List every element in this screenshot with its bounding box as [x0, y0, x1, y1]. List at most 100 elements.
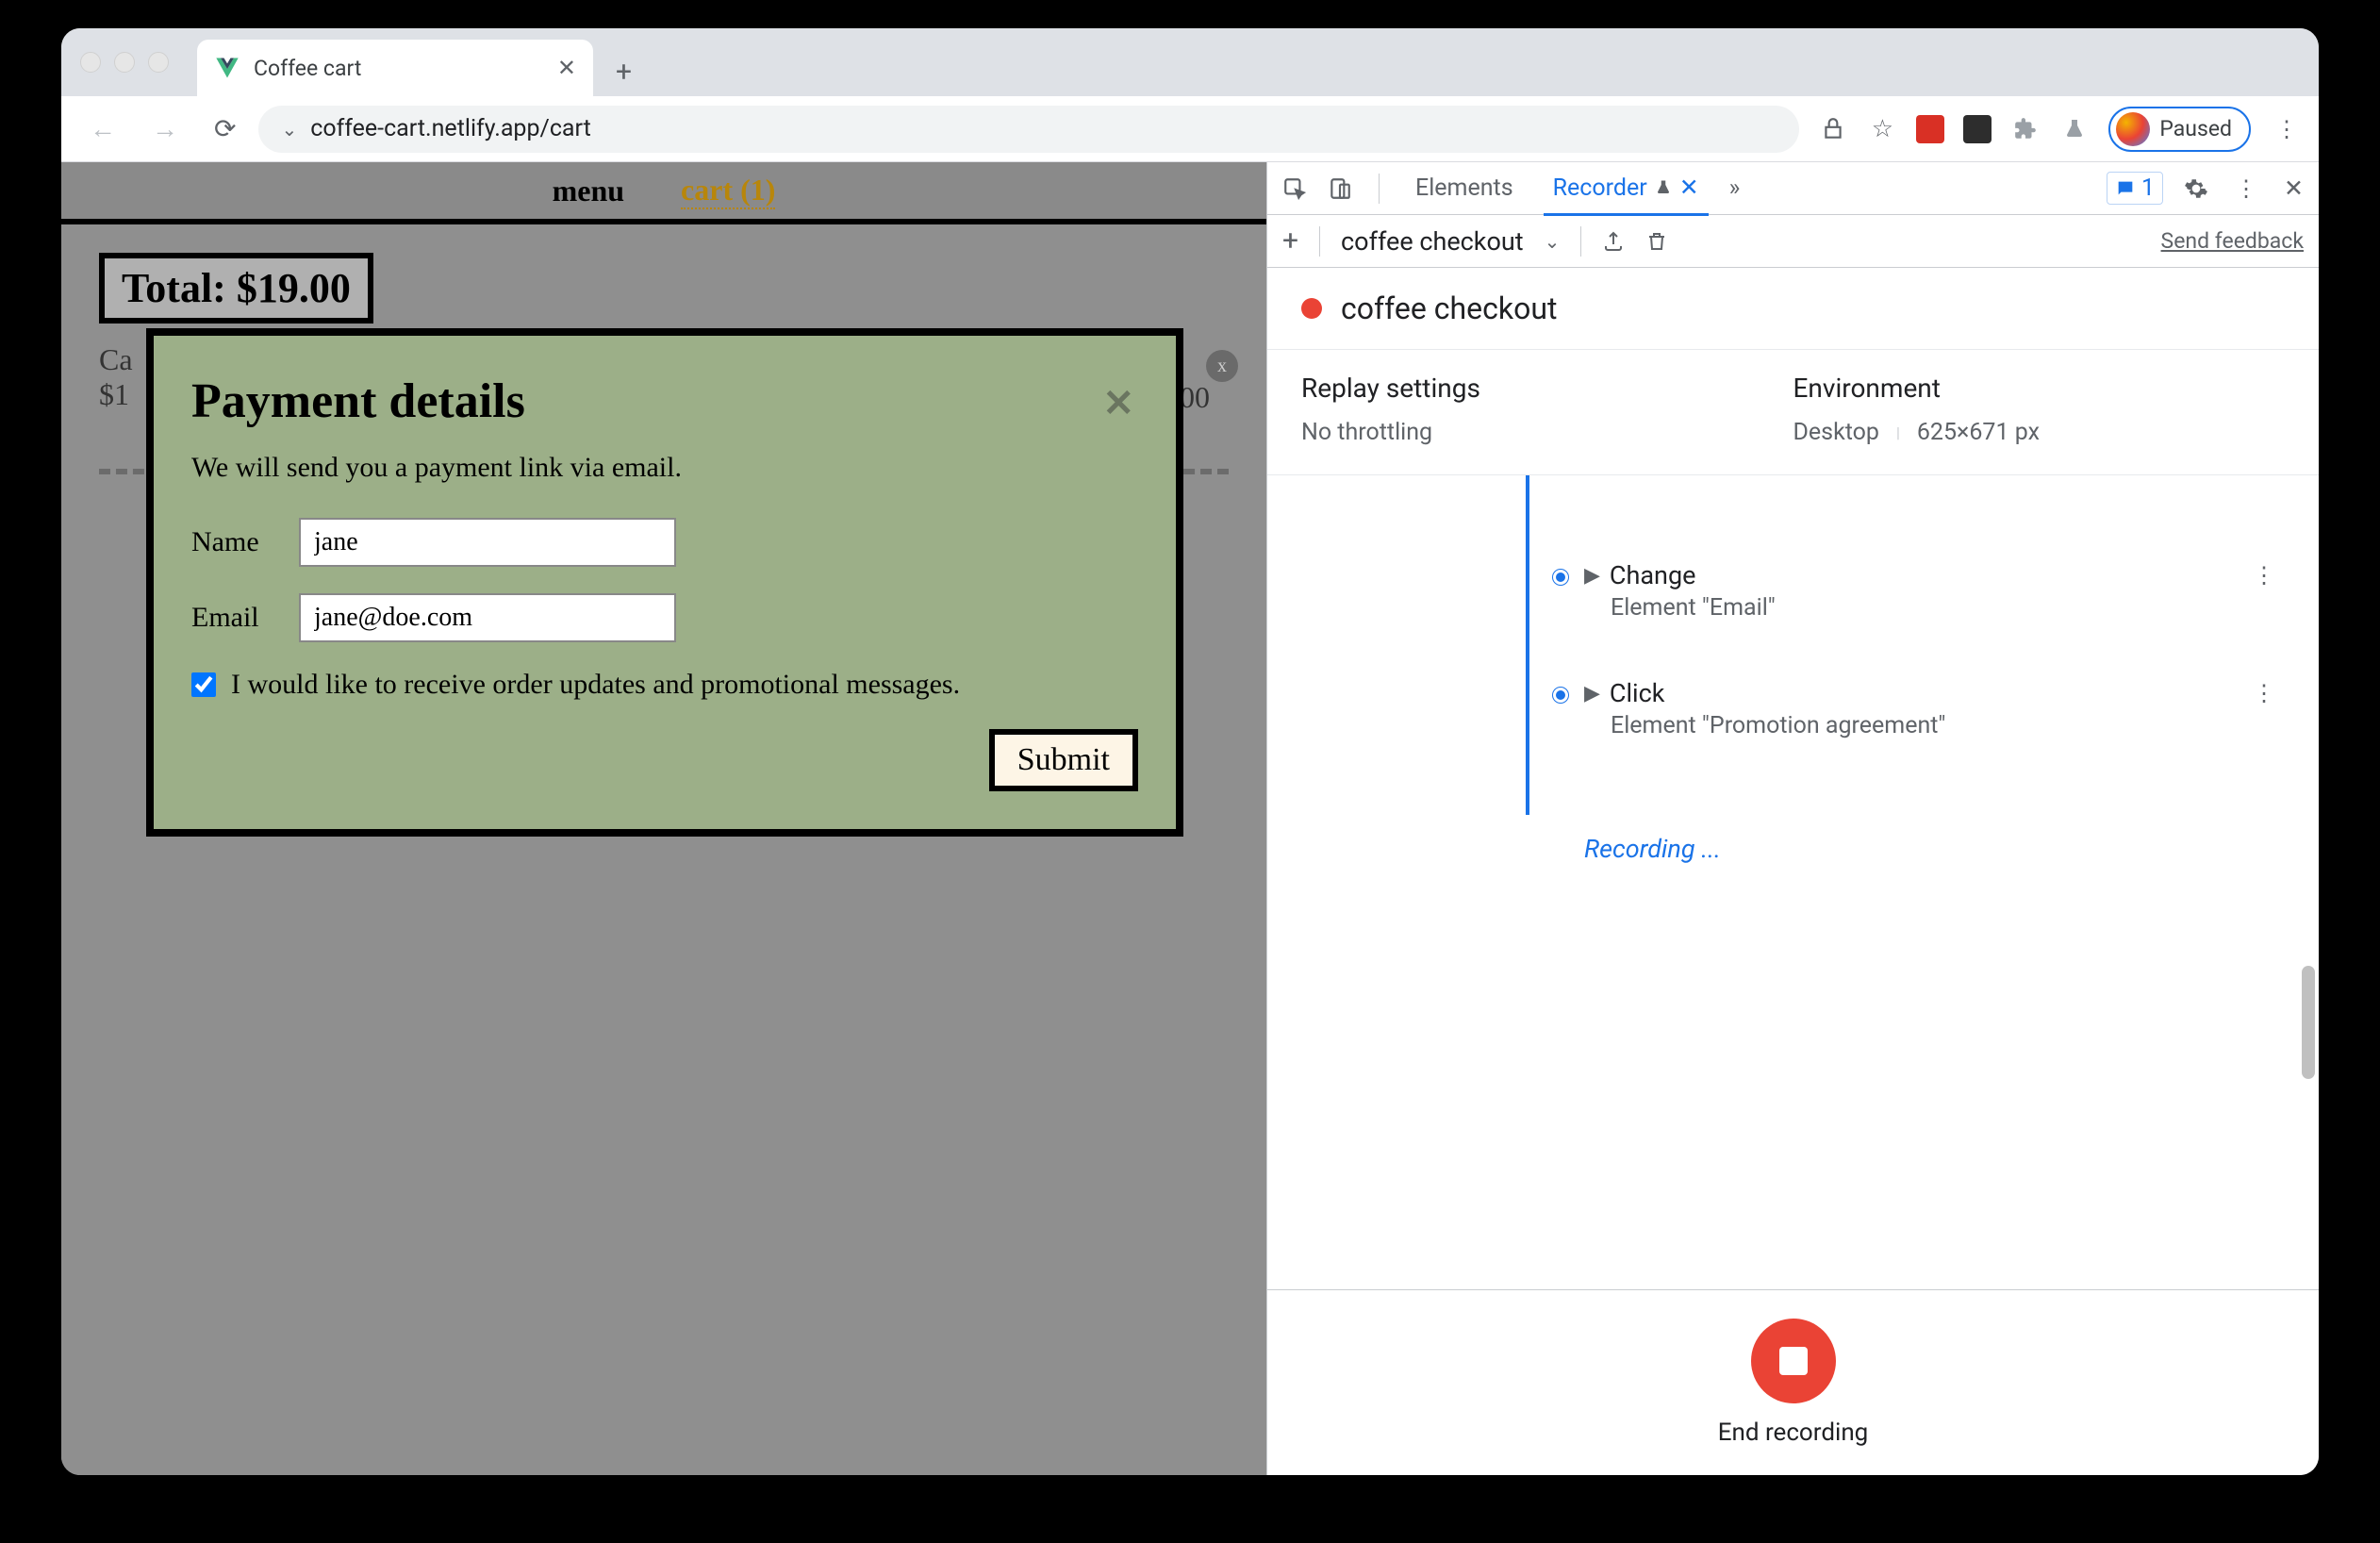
- replay-settings-col: Replay settings No throttling: [1301, 373, 1793, 446]
- timeline: ▶ Change ⋮ Element "Email" ▶ Click ⋮ Ele…: [1267, 475, 2319, 1289]
- environment-title: Environment: [1793, 373, 2286, 404]
- avatar: [2116, 112, 2150, 146]
- back-button[interactable]: ←: [76, 106, 129, 152]
- labs-flask-icon[interactable]: [2059, 114, 2090, 144]
- devtools-panel: Elements Recorder ✕ » 1 ⋮ ✕: [1266, 162, 2319, 1475]
- close-devtools-icon[interactable]: ✕: [2284, 174, 2304, 203]
- new-tab-button[interactable]: +: [608, 48, 639, 96]
- chrome-menu-icon[interactable]: ⋮: [2270, 116, 2304, 142]
- bookmark-icon[interactable]: ☆: [1867, 114, 1897, 144]
- inspect-icon[interactable]: [1282, 176, 1307, 201]
- share-icon[interactable]: [1818, 114, 1848, 144]
- browser-window: Coffee cart ✕ + ← → ⟳ ⌄ coffee-cart.netl…: [61, 28, 2319, 1475]
- close-tab-icon[interactable]: ✕: [557, 55, 576, 81]
- recording-settings: Replay settings No throttling Environmen…: [1267, 350, 2319, 475]
- name-field: Name: [191, 518, 1138, 567]
- tab-recorder[interactable]: Recorder ✕: [1544, 162, 1709, 216]
- replay-settings-title: Replay settings: [1301, 373, 1793, 404]
- end-recording-button[interactable]: [1751, 1319, 1836, 1403]
- modal-title: Payment details: [191, 373, 1138, 429]
- delete-icon[interactable]: [1645, 230, 1668, 253]
- browser-tab[interactable]: Coffee cart ✕: [197, 40, 593, 96]
- recorder-footer: End recording: [1267, 1289, 2319, 1475]
- step-menu-icon[interactable]: ⋮: [2253, 680, 2275, 706]
- step-menu-icon[interactable]: ⋮: [2253, 562, 2275, 589]
- recording-header: coffee checkout: [1267, 268, 2319, 350]
- step-action: Click: [1610, 678, 1665, 708]
- remove-item-button[interactable]: x: [1206, 350, 1238, 382]
- promo-row: I would like to receive order updates an…: [191, 669, 1138, 701]
- timeline-line: [1526, 475, 1529, 815]
- device-toggle-icon[interactable]: [1328, 176, 1352, 201]
- close-modal-icon[interactable]: ✕: [1102, 381, 1134, 425]
- nav-menu[interactable]: menu: [553, 174, 624, 208]
- close-recorder-icon[interactable]: ✕: [1679, 174, 1699, 202]
- reload-button[interactable]: ⟳: [201, 106, 249, 152]
- titlebar: Coffee cart ✕ +: [61, 28, 2319, 96]
- devtools-menu-icon[interactable]: ⋮: [2229, 175, 2263, 202]
- payment-modal: ✕ Payment details We will send you a pay…: [146, 328, 1183, 837]
- address-bar: ← → ⟳ ⌄ coffee-cart.netlify.app/cart ☆ P…: [61, 96, 2319, 162]
- page-content: menu cart (1) Total: $19.00 Ca $1 00 x ✕…: [61, 162, 1266, 1475]
- dropdown-icon[interactable]: ⌄: [1545, 230, 1561, 253]
- timeline-step[interactable]: ▶ Click ⋮ Element "Promotion agreement": [1528, 678, 2285, 739]
- recording-selector[interactable]: coffee checkout: [1341, 226, 1524, 257]
- flask-icon: [1655, 179, 1672, 196]
- minimize-window[interactable]: [114, 52, 135, 73]
- email-field: Email: [191, 593, 1138, 642]
- timeline-step[interactable]: ▶ Change ⋮ Element "Email": [1528, 560, 2285, 622]
- vue-icon: [214, 55, 240, 81]
- step-detail: Element "Promotion agreement": [1611, 712, 2285, 739]
- send-feedback-link[interactable]: Send feedback: [2161, 228, 2304, 254]
- end-recording-label: End recording: [1718, 1419, 1869, 1447]
- recording-title: coffee checkout: [1341, 290, 1557, 326]
- site-info-icon[interactable]: ⌄: [281, 118, 297, 141]
- recorder-toolbar: + coffee checkout ⌄ Send feedback: [1267, 215, 2319, 268]
- url-text: coffee-cart.netlify.app/cart: [310, 115, 591, 142]
- addr-actions: ☆ Paused ⋮: [1818, 107, 2304, 152]
- promo-label: I would like to receive order updates an…: [231, 669, 960, 701]
- extensions-puzzle-icon[interactable]: [2010, 114, 2041, 144]
- submit-button[interactable]: Submit: [989, 729, 1138, 791]
- modal-subtitle: We will send you a payment link via emai…: [191, 452, 1138, 484]
- email-input[interactable]: [299, 593, 676, 642]
- expand-icon[interactable]: ▶: [1584, 564, 1600, 588]
- environment-device: Desktop: [1793, 419, 1879, 446]
- step-dot-icon: [1553, 688, 1568, 703]
- recording-indicator-icon: [1301, 298, 1322, 319]
- maximize-window[interactable]: [148, 52, 169, 73]
- step-dot-icon: [1553, 570, 1568, 585]
- page-nav: menu cart (1): [61, 162, 1266, 219]
- stop-icon: [1779, 1347, 1808, 1375]
- step-action: Change: [1610, 560, 1696, 590]
- email-label: Email: [191, 602, 276, 634]
- name-input[interactable]: [299, 518, 676, 567]
- environment-col: Environment Desktop | 625×671 px: [1793, 373, 2286, 446]
- forward-button[interactable]: →: [139, 106, 191, 152]
- more-tabs-icon[interactable]: »: [1729, 174, 1741, 202]
- step-detail: Element "Email": [1611, 594, 2285, 622]
- environment-viewport: 625×671 px: [1917, 419, 2040, 446]
- expand-icon[interactable]: ▶: [1584, 682, 1600, 705]
- export-icon[interactable]: [1602, 230, 1625, 253]
- issues-badge[interactable]: 1: [2107, 172, 2163, 205]
- new-recording-button[interactable]: +: [1282, 224, 1298, 257]
- recording-status: Recording ...: [1584, 834, 2285, 864]
- scrollbar[interactable]: [2302, 966, 2315, 1079]
- extension-dark[interactable]: [1963, 115, 1992, 143]
- traffic-lights: [80, 52, 169, 73]
- nav-cart[interactable]: cart (1): [681, 173, 775, 209]
- total-box[interactable]: Total: $19.00: [99, 253, 373, 324]
- extension-red[interactable]: [1916, 115, 1944, 143]
- tab-strip: Coffee cart ✕ +: [197, 28, 639, 96]
- chat-icon: [2115, 178, 2136, 199]
- item-right: 00: [1180, 380, 1210, 415]
- tab-elements[interactable]: Elements: [1406, 163, 1523, 213]
- close-window[interactable]: [80, 52, 101, 73]
- omnibox[interactable]: ⌄ coffee-cart.netlify.app/cart: [258, 106, 1799, 153]
- page-body: Total: $19.00 Ca $1 00 x ✕ Payment detai…: [61, 219, 1266, 1475]
- settings-gear-icon[interactable]: [2184, 176, 2208, 201]
- profile-chip[interactable]: Paused: [2108, 107, 2251, 152]
- throttling-value[interactable]: No throttling: [1301, 419, 1793, 446]
- promo-checkbox[interactable]: [191, 672, 216, 697]
